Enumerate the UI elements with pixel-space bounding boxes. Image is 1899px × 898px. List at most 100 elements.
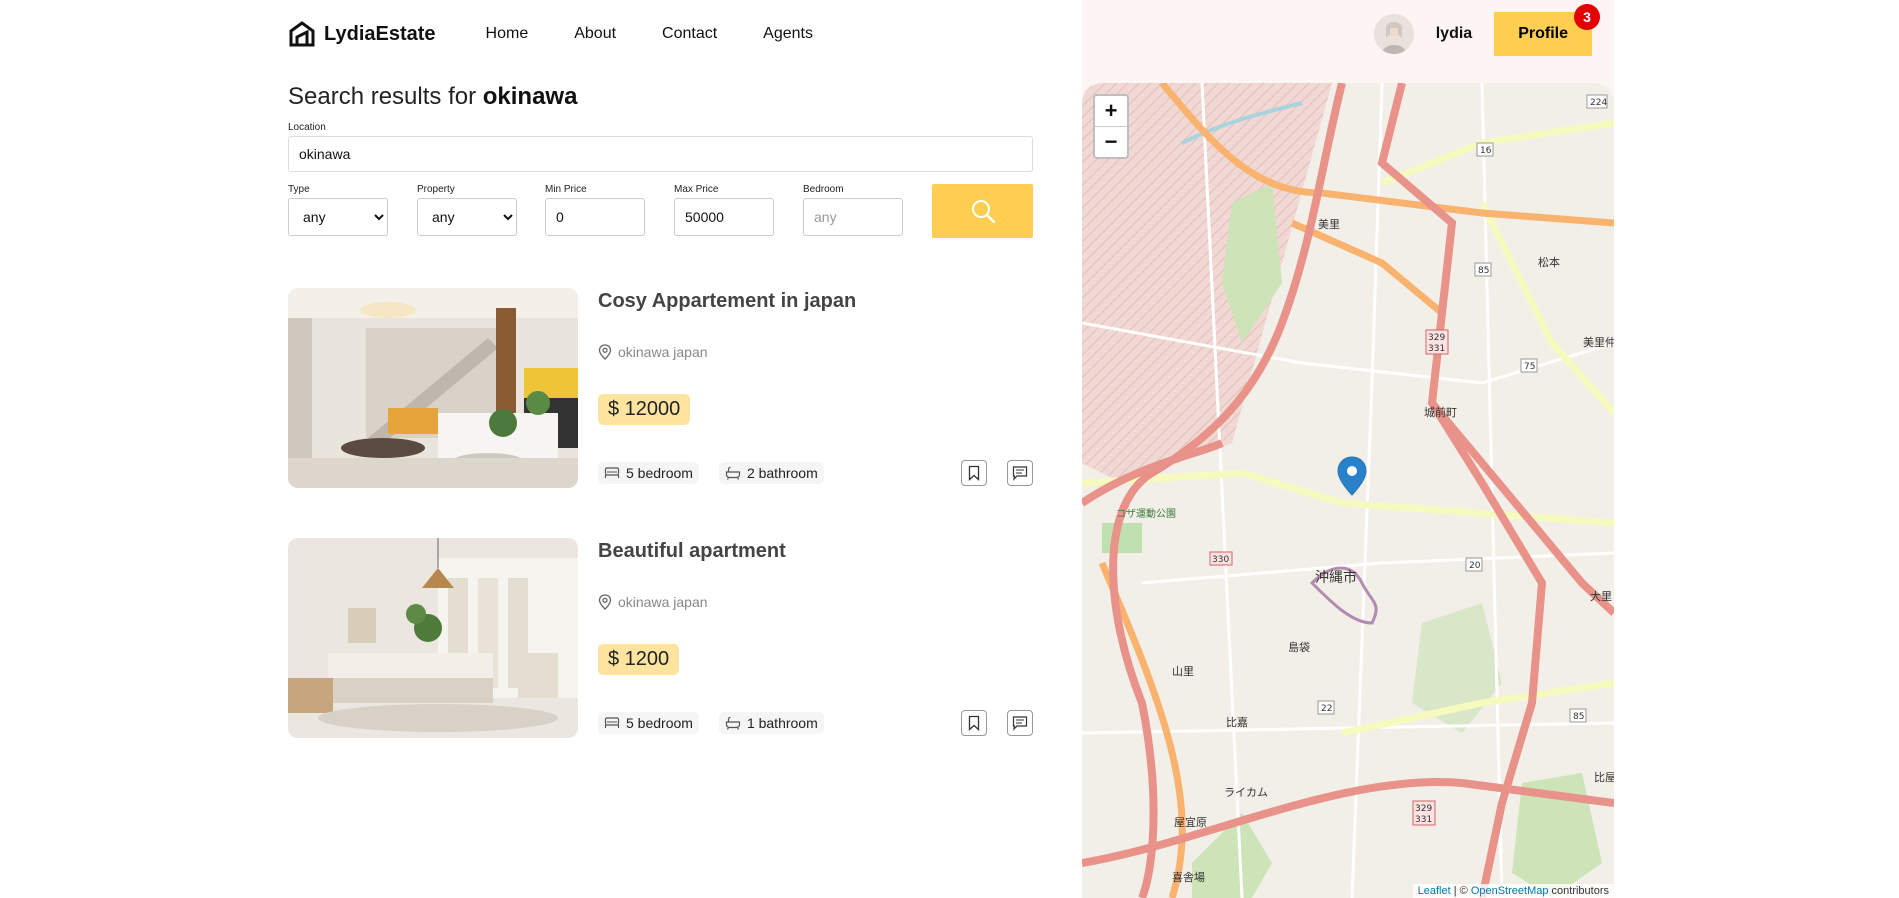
leaflet-link[interactable]: Leaflet — [1418, 885, 1451, 897]
osm-link[interactable]: OpenStreetMap — [1471, 885, 1549, 897]
route-shield: 330 — [1212, 555, 1229, 565]
chat-icon — [1012, 716, 1028, 731]
listing-features: 5 bedroom 1 bathroom — [598, 712, 824, 734]
map-panel: lydia Profile 3 沖縄市 美里 城前町 松本 美里仲 コザ運動公園… — [1082, 0, 1614, 898]
route-shield: 16 — [1480, 146, 1492, 156]
bathroom-count: 2 bathroom — [746, 465, 818, 481]
route-shield: 85 — [1573, 712, 1584, 722]
map-attribution: Leaflet | © OpenStreetMap contributors — [1412, 884, 1614, 898]
logo[interactable]: LydiaEstate — [288, 20, 436, 48]
bedroom-feature: 5 bedroom — [598, 462, 699, 484]
bedroom-feature: 5 bedroom — [598, 712, 699, 734]
search-filters: Type any Property any Min Price Max Pric… — [288, 184, 1033, 240]
avatar-image — [1373, 14, 1414, 54]
listing-title[interactable]: Cosy Appartement in japan — [598, 290, 856, 313]
profile-button[interactable]: Profile 3 — [1494, 4, 1600, 56]
nav-link-about[interactable]: About — [574, 25, 616, 43]
location-input[interactable] — [288, 136, 1033, 172]
map[interactable]: 沖縄市 美里 城前町 松本 美里仲 コザ運動公園 島袋 山里 比嘉 ライカム 屋… — [1082, 83, 1614, 898]
type-filter: Type any — [288, 184, 388, 236]
listing-title[interactable]: Beautiful apartment — [598, 540, 786, 563]
chat-button[interactable] — [1007, 710, 1033, 736]
map-label: 島袋 — [1288, 640, 1310, 654]
location-pin-icon — [598, 344, 612, 360]
attribution-separator: | © — [1450, 885, 1471, 897]
map-label: 喜舎場 — [1172, 871, 1205, 884]
logo-icon — [289, 21, 315, 47]
listing-address-text: okinawa japan — [618, 594, 708, 610]
save-button[interactable] — [961, 460, 987, 486]
chat-icon — [1012, 466, 1028, 481]
min-price-filter: Min Price — [545, 184, 645, 236]
listing-actions — [961, 460, 1033, 486]
avatar[interactable] — [1373, 14, 1414, 54]
listing-actions — [961, 710, 1033, 736]
property-select[interactable]: any — [417, 198, 517, 236]
bed-icon — [604, 717, 620, 728]
bed-icon — [604, 467, 620, 478]
map-label: 屋宜原 — [1174, 815, 1207, 829]
map-label: 比嘉 — [1226, 715, 1248, 729]
listing-price: $ 12000 — [598, 394, 691, 425]
search-icon — [971, 200, 995, 224]
chat-button[interactable] — [1007, 460, 1033, 486]
min-price-label: Min Price — [545, 184, 587, 195]
bath-icon — [725, 716, 741, 730]
nav-link-agents[interactable]: Agents — [763, 25, 813, 43]
map-label: 沖縄市 — [1315, 569, 1357, 586]
listing-price: $ 1200 — [598, 644, 680, 675]
listing-features: 5 bedroom 2 bathroom — [598, 462, 824, 484]
bedroom-count: 5 bedroom — [626, 465, 693, 481]
zoom-in-button[interactable]: + — [1095, 96, 1127, 127]
max-price-label: Max Price — [674, 184, 719, 195]
property-label: Property — [417, 184, 455, 195]
save-button[interactable] — [961, 710, 987, 736]
listing-image[interactable] — [288, 288, 578, 488]
listing-card[interactable]: Beautiful apartment okinawa japan $ 1200 — [288, 538, 1033, 738]
map-tiles[interactable]: 沖縄市 美里 城前町 松本 美里仲 コザ運動公園 島袋 山里 比嘉 ライカム 屋… — [1082, 83, 1614, 898]
max-price-filter: Max Price — [674, 184, 774, 236]
listing-card[interactable]: Cosy Appartement in japan okinawa japan … — [288, 288, 1033, 488]
bedroom-label: Bedroom — [803, 184, 844, 195]
zoom-out-button[interactable]: − — [1095, 127, 1127, 157]
route-shield: 75 — [1524, 362, 1535, 372]
min-price-input[interactable] — [545, 198, 645, 236]
route-shield: 331 — [1428, 344, 1445, 354]
map-label: コザ運動公園 — [1116, 507, 1176, 520]
location-field-group: Location — [288, 122, 1033, 172]
user-menu: lydia Profile 3 — [1373, 4, 1600, 56]
location-label: Location — [288, 122, 326, 133]
bedroom-count: 5 bedroom — [626, 715, 693, 731]
nav-menu: Home About Contact Agents — [486, 25, 859, 43]
search-button[interactable] — [932, 184, 1033, 238]
listing-address: okinawa japan — [598, 344, 708, 360]
map-label: 山里 — [1172, 665, 1194, 678]
map-label: 城前町 — [1424, 405, 1457, 419]
bath-icon — [725, 466, 741, 480]
type-select[interactable]: any — [288, 198, 388, 236]
bathroom-feature: 2 bathroom — [718, 462, 824, 484]
profile-label: Profile — [1518, 25, 1568, 42]
nav-link-contact[interactable]: Contact — [662, 25, 717, 43]
nav-link-home[interactable]: Home — [486, 25, 529, 43]
bookmark-icon — [968, 715, 980, 731]
zoom-control: + − — [1093, 94, 1129, 159]
listing-image[interactable] — [288, 538, 578, 738]
listing-info: Beautiful apartment okinawa japan $ 1200 — [598, 538, 1033, 738]
route-shield: 331 — [1415, 815, 1432, 825]
route-shield: 20 — [1469, 561, 1481, 571]
map-label: 松本 — [1538, 255, 1560, 269]
title-prefix: Search results for — [288, 83, 483, 110]
map-label: 大里 — [1590, 589, 1612, 603]
username: lydia — [1435, 25, 1473, 42]
max-price-input[interactable] — [674, 198, 774, 236]
location-pin-icon — [598, 594, 612, 610]
bedroom-input[interactable] — [803, 198, 903, 236]
title-query: okinawa — [482, 83, 578, 110]
route-shield: 85 — [1478, 266, 1489, 276]
bathroom-feature: 1 bathroom — [718, 712, 824, 734]
navbar: LydiaEstate Home About Contact Agents — [288, 0, 1033, 68]
map-label: 比屋 — [1594, 771, 1614, 784]
property-filter: Property any — [417, 184, 517, 236]
map-label: 美里仲 — [1583, 335, 1614, 349]
